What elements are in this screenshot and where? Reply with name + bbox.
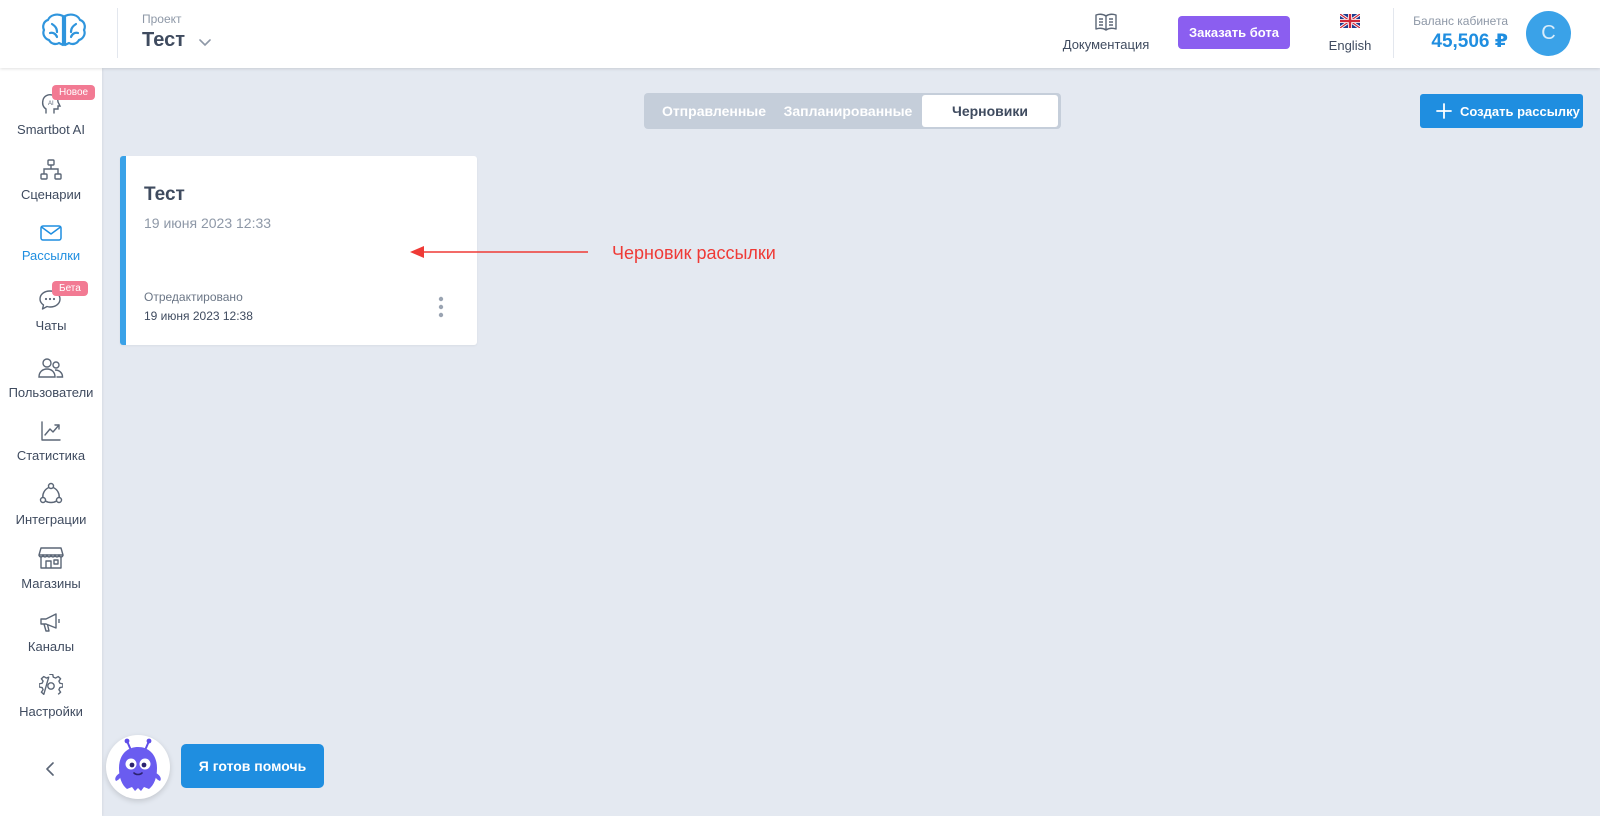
header-divider (1393, 8, 1394, 58)
chart-line-icon (41, 421, 61, 441)
brain-logo-icon[interactable] (40, 10, 88, 50)
svg-text:AI: AI (48, 101, 54, 107)
edited-label: Отредактировано (144, 290, 243, 304)
account-balance[interactable]: Баланс кабинета 45,506 ₽ (1400, 14, 1508, 53)
sidebar-item-label: Каналы (27, 639, 75, 654)
helper-button[interactable]: Я готов помочь (181, 744, 324, 788)
edited-date: 19 июня 2023 12:38 (144, 309, 253, 323)
sidebar-item-channels[interactable]: Каналы (0, 611, 102, 654)
uk-flag-icon (1340, 14, 1360, 28)
documentation-link[interactable]: Документация (1060, 10, 1152, 52)
tab-sent[interactable]: Отправленные (650, 95, 778, 127)
draft-title: Тест (144, 184, 185, 205)
sidebar-item-label: Сценарии (20, 187, 82, 202)
header-divider (117, 8, 118, 58)
sidebar-item-label: Рассылки (21, 248, 81, 263)
sidebar-item-statistics[interactable]: Статистика (0, 420, 102, 463)
sidebar: AI Новое Smartbot AI Сценарии Рассылки Б… (0, 68, 102, 816)
megaphone-icon (40, 613, 60, 632)
flowchart-icon (40, 159, 62, 180)
beta-badge: Бета (52, 281, 88, 296)
project-label: Проект (142, 12, 182, 26)
create-mailing-button[interactable]: Создать рассылку (1420, 94, 1583, 128)
new-badge: Новое (52, 85, 96, 100)
mail-icon (40, 225, 62, 241)
gear-icon (39, 674, 63, 696)
book-icon (1095, 13, 1117, 31)
sidebar-item-chats[interactable]: Бета Чаты (0, 281, 102, 333)
sidebar-item-users[interactable]: Пользователи (0, 357, 102, 400)
more-options-icon[interactable] (436, 295, 446, 319)
chevron-down-icon (199, 38, 212, 46)
annotation-label: Черновик рассылки (612, 243, 776, 263)
integrations-icon (39, 482, 63, 504)
order-bot-button[interactable]: Заказать бота (1178, 16, 1290, 49)
sidebar-item-smartbot-ai[interactable]: AI Новое Smartbot AI (0, 85, 102, 137)
users-icon (38, 358, 64, 378)
language-switcher[interactable]: English (1310, 12, 1390, 53)
sidebar-item-label: Smartbot AI (17, 122, 85, 137)
collapse-sidebar-icon[interactable] (40, 758, 62, 780)
sidebar-item-label: Магазины (21, 576, 81, 591)
sidebar-item-label: Чаты (35, 318, 67, 333)
language-label: English (1328, 38, 1372, 53)
sidebar-item-label: Интеграции (15, 512, 87, 527)
sidebar-item-integrations[interactable]: Интеграции (0, 482, 102, 527)
helper-bot-avatar[interactable] (106, 735, 170, 799)
monster-mascot-icon (115, 738, 161, 791)
annotation-arrow-icon (410, 246, 588, 258)
documentation-label: Документация (1062, 37, 1150, 52)
sidebar-item-label: Статистика (16, 448, 86, 463)
sidebar-item-label: Пользователи (8, 385, 94, 400)
draft-created-date: 19 июня 2023 12:33 (144, 215, 272, 231)
project-selector[interactable]: Проект Тест (142, 12, 212, 52)
balance-label: Баланс кабинета (1413, 14, 1508, 28)
store-icon (38, 547, 64, 569)
create-mailing-label: Создать рассылку (1460, 104, 1580, 119)
user-avatar[interactable]: С (1526, 11, 1571, 56)
tab-drafts[interactable]: Черновики (922, 95, 1058, 127)
balance-value: 45,506 ₽ (1431, 31, 1508, 52)
project-name: Тест (142, 29, 185, 51)
plus-icon (1436, 103, 1452, 119)
tab-scheduled[interactable]: Запланированные (780, 95, 916, 127)
sidebar-item-settings[interactable]: Настройки (0, 674, 102, 719)
sidebar-item-stores[interactable]: Магазины (0, 546, 102, 591)
sidebar-item-scenarios[interactable]: Сценарии (0, 159, 102, 202)
sidebar-item-mailings[interactable]: Рассылки (0, 224, 102, 263)
top-header: Проект Тест Документация Заказать бота E… (0, 0, 1600, 68)
sidebar-item-label: Настройки (19, 704, 83, 719)
mailing-tabs: Отправленные Запланированные Черновики (644, 93, 1061, 129)
